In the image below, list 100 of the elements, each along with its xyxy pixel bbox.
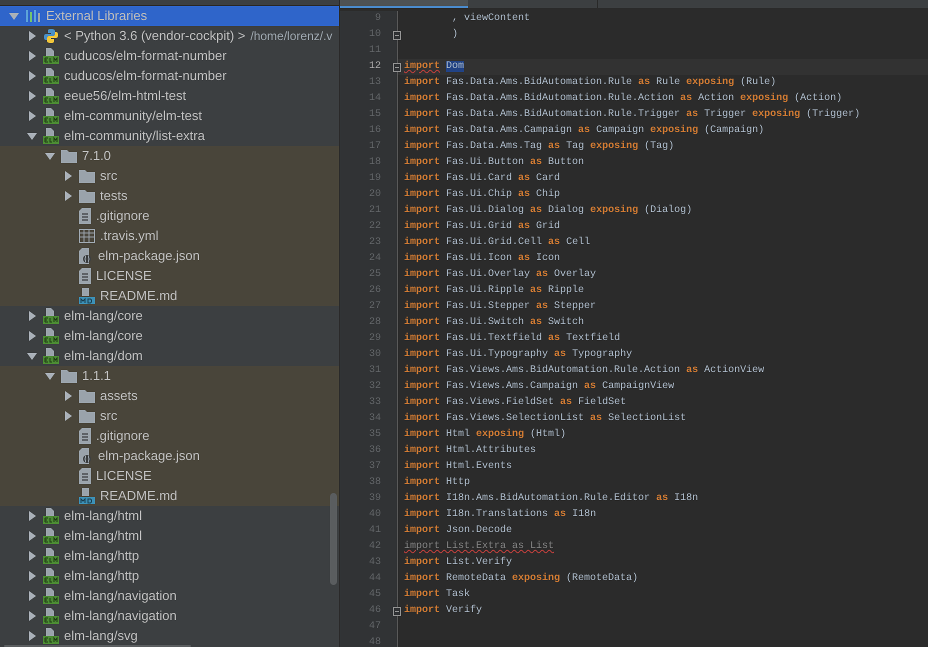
code-line: import Fas.Ui.Textfield as Textfield bbox=[403, 332, 622, 346]
tree-item[interactable]: cuducos/elm-format-number bbox=[0, 46, 339, 66]
markdown-file-icon bbox=[79, 288, 95, 304]
code-line: import Fas.Data.Ams.Campaign as Campaign exposing (Campaign) bbox=[403, 124, 766, 138]
code-line: import Html.Attributes bbox=[403, 444, 538, 458]
tree-item[interactable]: tests bbox=[0, 186, 339, 206]
tree-item[interactable]: elm-lang/dom bbox=[0, 346, 339, 366]
tree-item[interactable]: External Libraries bbox=[0, 6, 339, 26]
elm-file-icon bbox=[43, 608, 59, 624]
code-line: import Html exposing (Html) bbox=[403, 428, 568, 442]
tree-item[interactable]: README.md bbox=[0, 486, 339, 506]
folder-icon bbox=[79, 170, 95, 182]
tree-item[interactable]: elm-lang/html bbox=[0, 506, 339, 526]
code-line: import Fas.Data.Ams.BidAutomation.Rule as Rule exposing (Rule) bbox=[403, 76, 778, 90]
code-line: import Fas.Views.SelectionList as SelectionList bbox=[403, 412, 688, 426]
code-line: import Fas.Views.Ams.BidAutomation.Rule.Action as ActionView bbox=[403, 364, 766, 378]
folder-icon bbox=[79, 390, 95, 402]
vertical-scrollbar[interactable] bbox=[330, 493, 337, 585]
code-line: import Fas.Ui.Grid as Grid bbox=[403, 220, 562, 234]
code-line: import Fas.Ui.Ripple as Ripple bbox=[403, 284, 586, 298]
code-line: import Fas.Ui.Icon as Icon bbox=[403, 252, 562, 266]
tree-item[interactable]: elm-lang/navigation bbox=[0, 586, 339, 606]
text-file-icon bbox=[79, 468, 91, 484]
elm-file-icon bbox=[43, 548, 59, 564]
tree-item[interactable]: .gitignore bbox=[0, 426, 339, 446]
elm-file-icon bbox=[43, 68, 59, 84]
elm-file-icon bbox=[43, 128, 59, 144]
code-line: import I18n.Translations as I18n bbox=[403, 508, 598, 522]
elm-file-icon bbox=[43, 108, 59, 124]
code-line: import Fas.Data.Ams.BidAutomation.Rule.Trigger as Trigger exposing (Trigger) bbox=[403, 108, 862, 122]
code-line: import Fas.Views.FieldSet as FieldSet bbox=[403, 396, 628, 410]
code-line: import Fas.Data.Ams.Tag as Tag exposing (Tag) bbox=[403, 140, 676, 154]
code-line: import Task bbox=[403, 588, 472, 602]
table-file-icon bbox=[79, 229, 95, 243]
tree-item[interactable]: LICENSE bbox=[0, 466, 339, 486]
tree-item[interactable]: .travis.yml bbox=[0, 226, 339, 246]
tree-item[interactable]: README.md bbox=[0, 286, 339, 306]
python-logo-icon bbox=[43, 28, 59, 44]
code-line: , viewContent bbox=[451, 12, 532, 26]
code-line: import Html.Events bbox=[403, 460, 514, 474]
tree-item[interactable]: elm-package.json bbox=[0, 246, 339, 266]
tree-item[interactable]: elm-lang/http bbox=[0, 566, 339, 586]
tree-item[interactable]: elm-lang/svg bbox=[0, 626, 339, 646]
tree-item[interactable]: elm-lang/core bbox=[0, 306, 339, 326]
elm-file-icon bbox=[43, 628, 59, 644]
code-line: import Fas.Ui.Card as Card bbox=[403, 172, 562, 186]
code-line: import Fas.Ui.Typography as Typography bbox=[403, 348, 634, 362]
elm-file-icon bbox=[43, 328, 59, 344]
code-line: import Fas.Ui.Switch as Switch bbox=[403, 316, 586, 330]
tree-item[interactable]: 7.1.0 bbox=[0, 146, 339, 166]
line-number: 12 bbox=[368, 60, 381, 74]
collapse-arrow-icon[interactable] bbox=[9, 11, 19, 21]
code-line: import Verify bbox=[403, 604, 484, 618]
elm-file-icon bbox=[43, 528, 59, 544]
tree-item[interactable]: elm-community/elm-test bbox=[0, 106, 339, 126]
code-line: ) bbox=[451, 28, 460, 42]
tree-item[interactable]: LICENSE bbox=[0, 266, 339, 286]
fold-marker-icon[interactable] bbox=[393, 607, 401, 616]
elm-file-icon bbox=[43, 588, 59, 604]
tree-item[interactable]: cuducos/elm-format-number bbox=[0, 66, 339, 86]
tree-item[interactable]: elm-lang/navigation bbox=[0, 606, 339, 626]
folder-icon bbox=[61, 370, 77, 382]
tree-item[interactable]: .gitignore bbox=[0, 206, 339, 226]
tree-item[interactable]: elm-lang/core bbox=[0, 326, 339, 346]
elm-file-icon bbox=[43, 48, 59, 64]
elm-file-icon bbox=[43, 348, 59, 364]
tree-item[interactable]: < Python 3.6 (vendor-cockpit) > /home/lorenz/.v bbox=[0, 26, 339, 46]
tree-item[interactable]: eeue56/elm-html-test bbox=[0, 86, 339, 106]
tree-item[interactable]: elm-lang/http bbox=[0, 546, 339, 566]
tree-item[interactable]: elm-package.json bbox=[0, 446, 339, 466]
library-bars-icon bbox=[25, 9, 41, 23]
tree-item-path: /home/lorenz/.v bbox=[250, 28, 332, 45]
code-line: import Fas.Data.Ams.BidAutomation.Rule.Action as Action exposing (Action) bbox=[403, 92, 844, 106]
tree-item[interactable]: assets bbox=[0, 386, 339, 406]
text-file-icon bbox=[79, 268, 91, 284]
tree-item[interactable]: src bbox=[0, 406, 339, 426]
code-line: import Fas.Ui.Stepper as Stepper bbox=[403, 300, 598, 314]
code-line: import Fas.Ui.Grid.Cell as Cell bbox=[403, 236, 592, 250]
code-line: import Fas.Ui.Overlay as Overlay bbox=[403, 268, 598, 282]
elm-file-icon bbox=[43, 88, 59, 104]
code-line: import Http bbox=[403, 476, 472, 490]
folder-icon bbox=[79, 410, 95, 422]
tree-item[interactable]: 1.1.1 bbox=[0, 366, 339, 386]
code-line: import Fas.Views.Ams.Campaign as CampaignView bbox=[403, 380, 676, 394]
tree-item[interactable]: elm-community/list-extra bbox=[0, 126, 339, 146]
json-file-icon bbox=[79, 248, 93, 264]
code-line: import Json.Decode bbox=[403, 524, 514, 538]
text-file-icon bbox=[79, 428, 91, 444]
elm-file-icon bbox=[43, 308, 59, 324]
tree-item[interactable]: elm-lang/html bbox=[0, 526, 339, 546]
code-line: import Fas.Ui.Dialog as Dialog exposing (Dialog) bbox=[403, 204, 694, 218]
code-line: import I18n.Ams.BidAutomation.Rule.Editor as I18n bbox=[403, 492, 700, 506]
elm-file-icon bbox=[43, 568, 59, 584]
code-line: import Fas.Ui.Chip as Chip bbox=[403, 188, 562, 202]
code-line: import Fas.Ui.Button as Button bbox=[403, 156, 586, 170]
elm-file-icon bbox=[43, 508, 59, 524]
fold-marker-icon[interactable] bbox=[393, 63, 401, 72]
tree-item[interactable]: src bbox=[0, 166, 339, 186]
fold-marker-icon[interactable] bbox=[393, 31, 401, 40]
folder-icon bbox=[79, 190, 95, 202]
